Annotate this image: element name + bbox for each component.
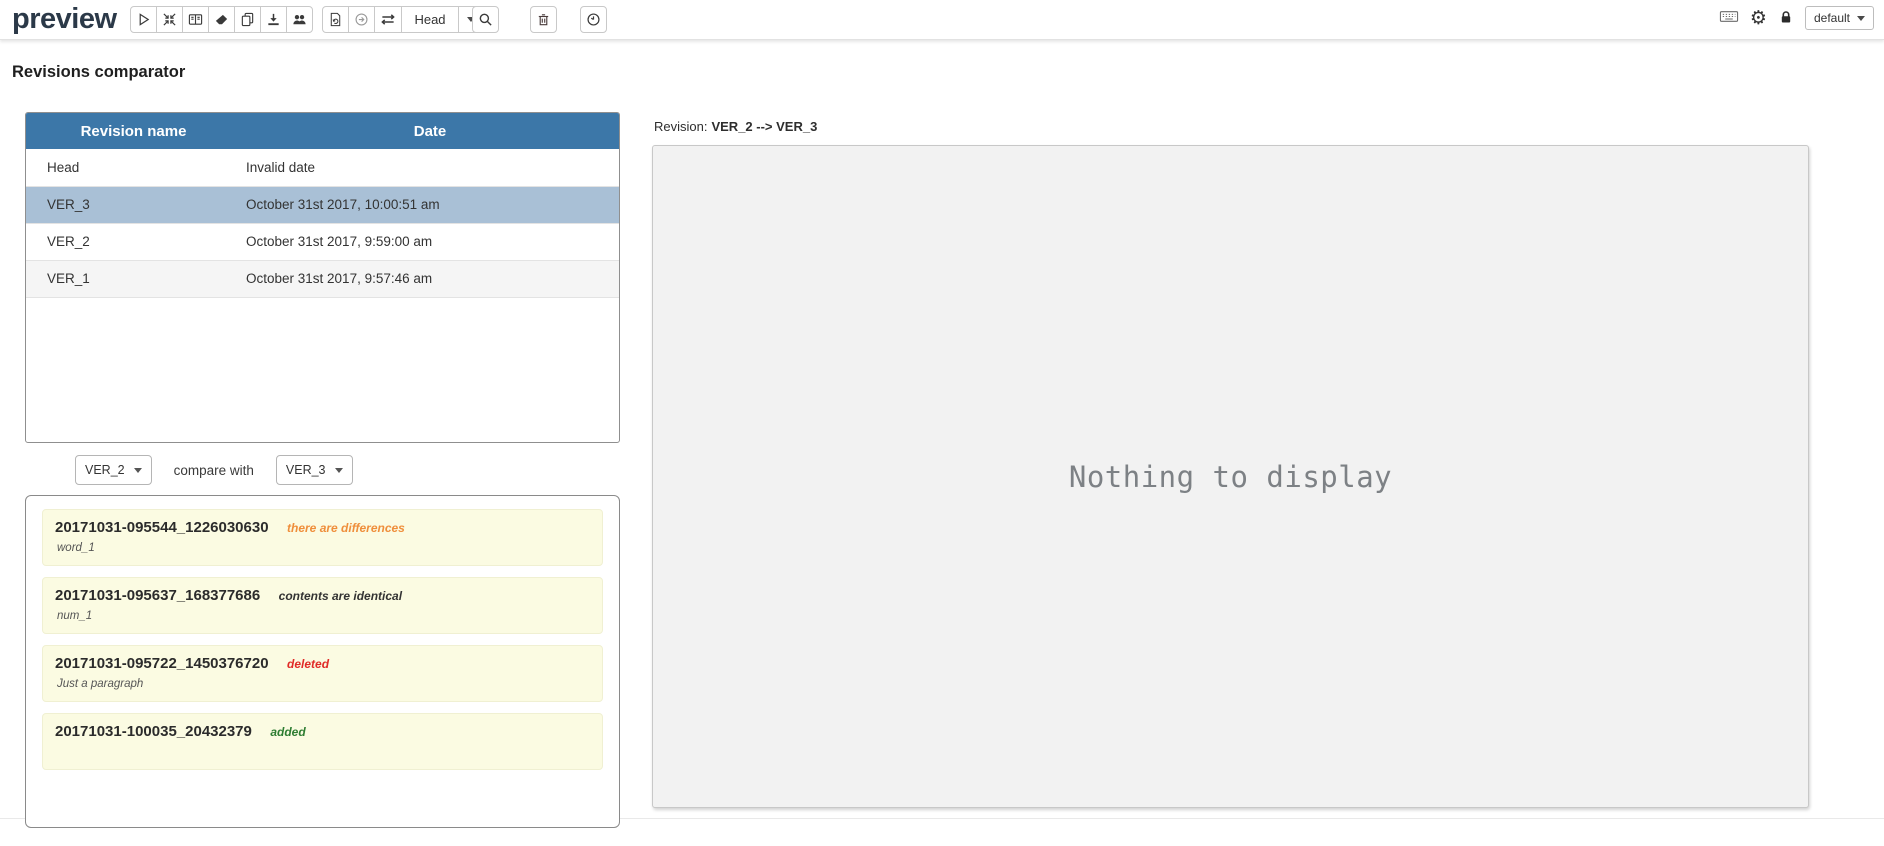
search-button[interactable] — [472, 6, 499, 33]
compress-button[interactable] — [156, 6, 183, 33]
revision-name-cell: VER_2 — [26, 223, 241, 261]
documents-diff-panel: 20171031-095544_1226030630 there are dif… — [25, 495, 620, 828]
document-status-badge: contents are identical — [278, 589, 403, 603]
document-item[interactable]: 20171031-095544_1226030630 there are dif… — [42, 509, 603, 566]
document-status-badge: there are differences — [287, 521, 405, 535]
lock-button[interactable] — [1778, 9, 1794, 28]
document-id: 20171031-095544_1226030630 — [55, 519, 269, 536]
clock-icon — [586, 12, 601, 27]
download-icon — [266, 12, 281, 27]
exchange-icon — [380, 12, 396, 27]
revision-name-cell: VER_3 — [26, 186, 241, 224]
chevron-down-icon — [1857, 15, 1865, 21]
app-logo: preview — [12, 3, 117, 35]
toolbar-group-main — [130, 6, 313, 33]
trash-icon — [536, 12, 551, 27]
document-id: 20171031-095637_168377686 — [55, 587, 261, 604]
table-row-ver3-selected[interactable]: VER_3 October 31st 2017, 10:00:51 am — [26, 186, 619, 224]
book-icon — [188, 12, 203, 27]
revision-label-value: VER_2 --> VER_3 — [711, 119, 818, 134]
compare-with-label: compare with — [173, 462, 254, 478]
copy-icon — [240, 12, 255, 27]
profile-dropdown-label: default — [1813, 11, 1850, 25]
profile-dropdown[interactable]: default — [1804, 6, 1874, 30]
document-item[interactable]: 20171031-095637_168377686 contents are i… — [42, 577, 603, 634]
document-head: 20171031-100035_20432379 added — [55, 723, 590, 741]
document-head: 20171031-095722_1450376720 deleted — [55, 655, 590, 673]
clock-button[interactable] — [580, 6, 607, 33]
compare-controls: VER_2 compare with VER_3 — [25, 452, 620, 488]
revision-name-cell: VER_1 — [26, 260, 241, 298]
document-head: 20171031-095637_168377686 contents are i… — [55, 587, 590, 605]
document-subtitle: Just a paragraph — [57, 678, 144, 690]
play-button[interactable] — [130, 6, 157, 33]
diff-preview-panel: Nothing to display — [652, 145, 1809, 808]
revision-compare-label: Revision: VER_2 --> VER_3 — [654, 119, 817, 134]
document-id: 20171031-100035_20432379 — [55, 723, 252, 740]
document-status-badge: deleted — [287, 657, 330, 671]
revisions-table: Revision name Date Head Invalid date VER… — [26, 113, 619, 298]
column-header-revision-name: Revision name — [26, 113, 241, 149]
compare-left-value: VER_2 — [85, 463, 125, 477]
toolbar-group-revision: Head — [322, 6, 484, 33]
circle-arrow-right-button[interactable] — [348, 6, 375, 33]
revision-name-cell: Head — [26, 149, 241, 187]
revision-date-cell: October 31st 2017, 9:57:46 am — [241, 260, 619, 298]
file-refresh-icon — [328, 12, 343, 27]
revision-date-cell: October 31st 2017, 10:00:51 am — [241, 186, 619, 224]
keyboard-button[interactable] — [1719, 9, 1739, 27]
revision-date-cell: October 31st 2017, 9:59:00 am — [241, 223, 619, 261]
chevron-down-icon — [133, 467, 142, 473]
table-row-ver2[interactable]: VER_2 October 31st 2017, 9:59:00 am — [26, 223, 619, 261]
topbar-right-cluster: ⚙ default — [1719, 6, 1874, 30]
compare-right-select[interactable]: VER_3 — [275, 455, 353, 485]
settings-button[interactable]: ⚙ — [1750, 8, 1767, 28]
document-item[interactable]: 20171031-100035_20432379 added — [42, 713, 603, 770]
empty-state-message: Nothing to display — [1068, 459, 1393, 494]
compare-right-value: VER_3 — [285, 463, 326, 477]
document-id: 20171031-095722_1450376720 — [55, 655, 269, 672]
play-icon — [136, 12, 151, 27]
eraser-icon — [214, 12, 229, 27]
topbar: preview Head ⚙ default — [0, 0, 1884, 40]
revisions-table-panel: Revision name Date Head Invalid date VER… — [25, 112, 620, 443]
document-subtitle: word_1 — [57, 542, 95, 554]
eraser-button[interactable] — [208, 6, 235, 33]
revision-label-prefix: Revision: — [654, 119, 708, 134]
document-subtitle: num_1 — [57, 610, 93, 622]
document-item[interactable]: 20171031-095722_1450376720 deleted Just … — [42, 645, 603, 702]
keyboard-icon — [1719, 9, 1739, 27]
users-icon — [292, 12, 307, 27]
document-subtitle — [55, 746, 590, 759]
users-button[interactable] — [286, 6, 313, 33]
compress-icon — [162, 12, 177, 27]
page-title: Revisions comparator — [12, 63, 186, 82]
lock-icon — [1778, 9, 1794, 28]
head-revision-label: Head — [414, 12, 446, 27]
column-header-date: Date — [241, 113, 619, 149]
book-button[interactable] — [182, 6, 209, 33]
search-icon — [478, 12, 493, 27]
download-button[interactable] — [260, 6, 287, 33]
circle-arrow-right-icon — [354, 12, 369, 27]
compare-left-select[interactable]: VER_2 — [75, 455, 152, 485]
chevron-down-icon — [334, 467, 343, 473]
file-refresh-button[interactable] — [322, 6, 349, 33]
table-row-head[interactable]: Head Invalid date — [26, 149, 619, 187]
exchange-button[interactable] — [374, 6, 402, 33]
head-revision-dropdown[interactable]: Head — [401, 6, 459, 33]
revision-date-cell: Invalid date — [241, 149, 619, 187]
document-head: 20171031-095544_1226030630 there are dif… — [55, 519, 590, 537]
trash-button[interactable] — [530, 6, 557, 33]
document-status-badge: added — [270, 725, 306, 739]
gear-icon: ⚙ — [1749, 7, 1767, 29]
copy-button[interactable] — [234, 6, 261, 33]
table-row-ver1[interactable]: VER_1 October 31st 2017, 9:57:46 am — [26, 260, 619, 298]
